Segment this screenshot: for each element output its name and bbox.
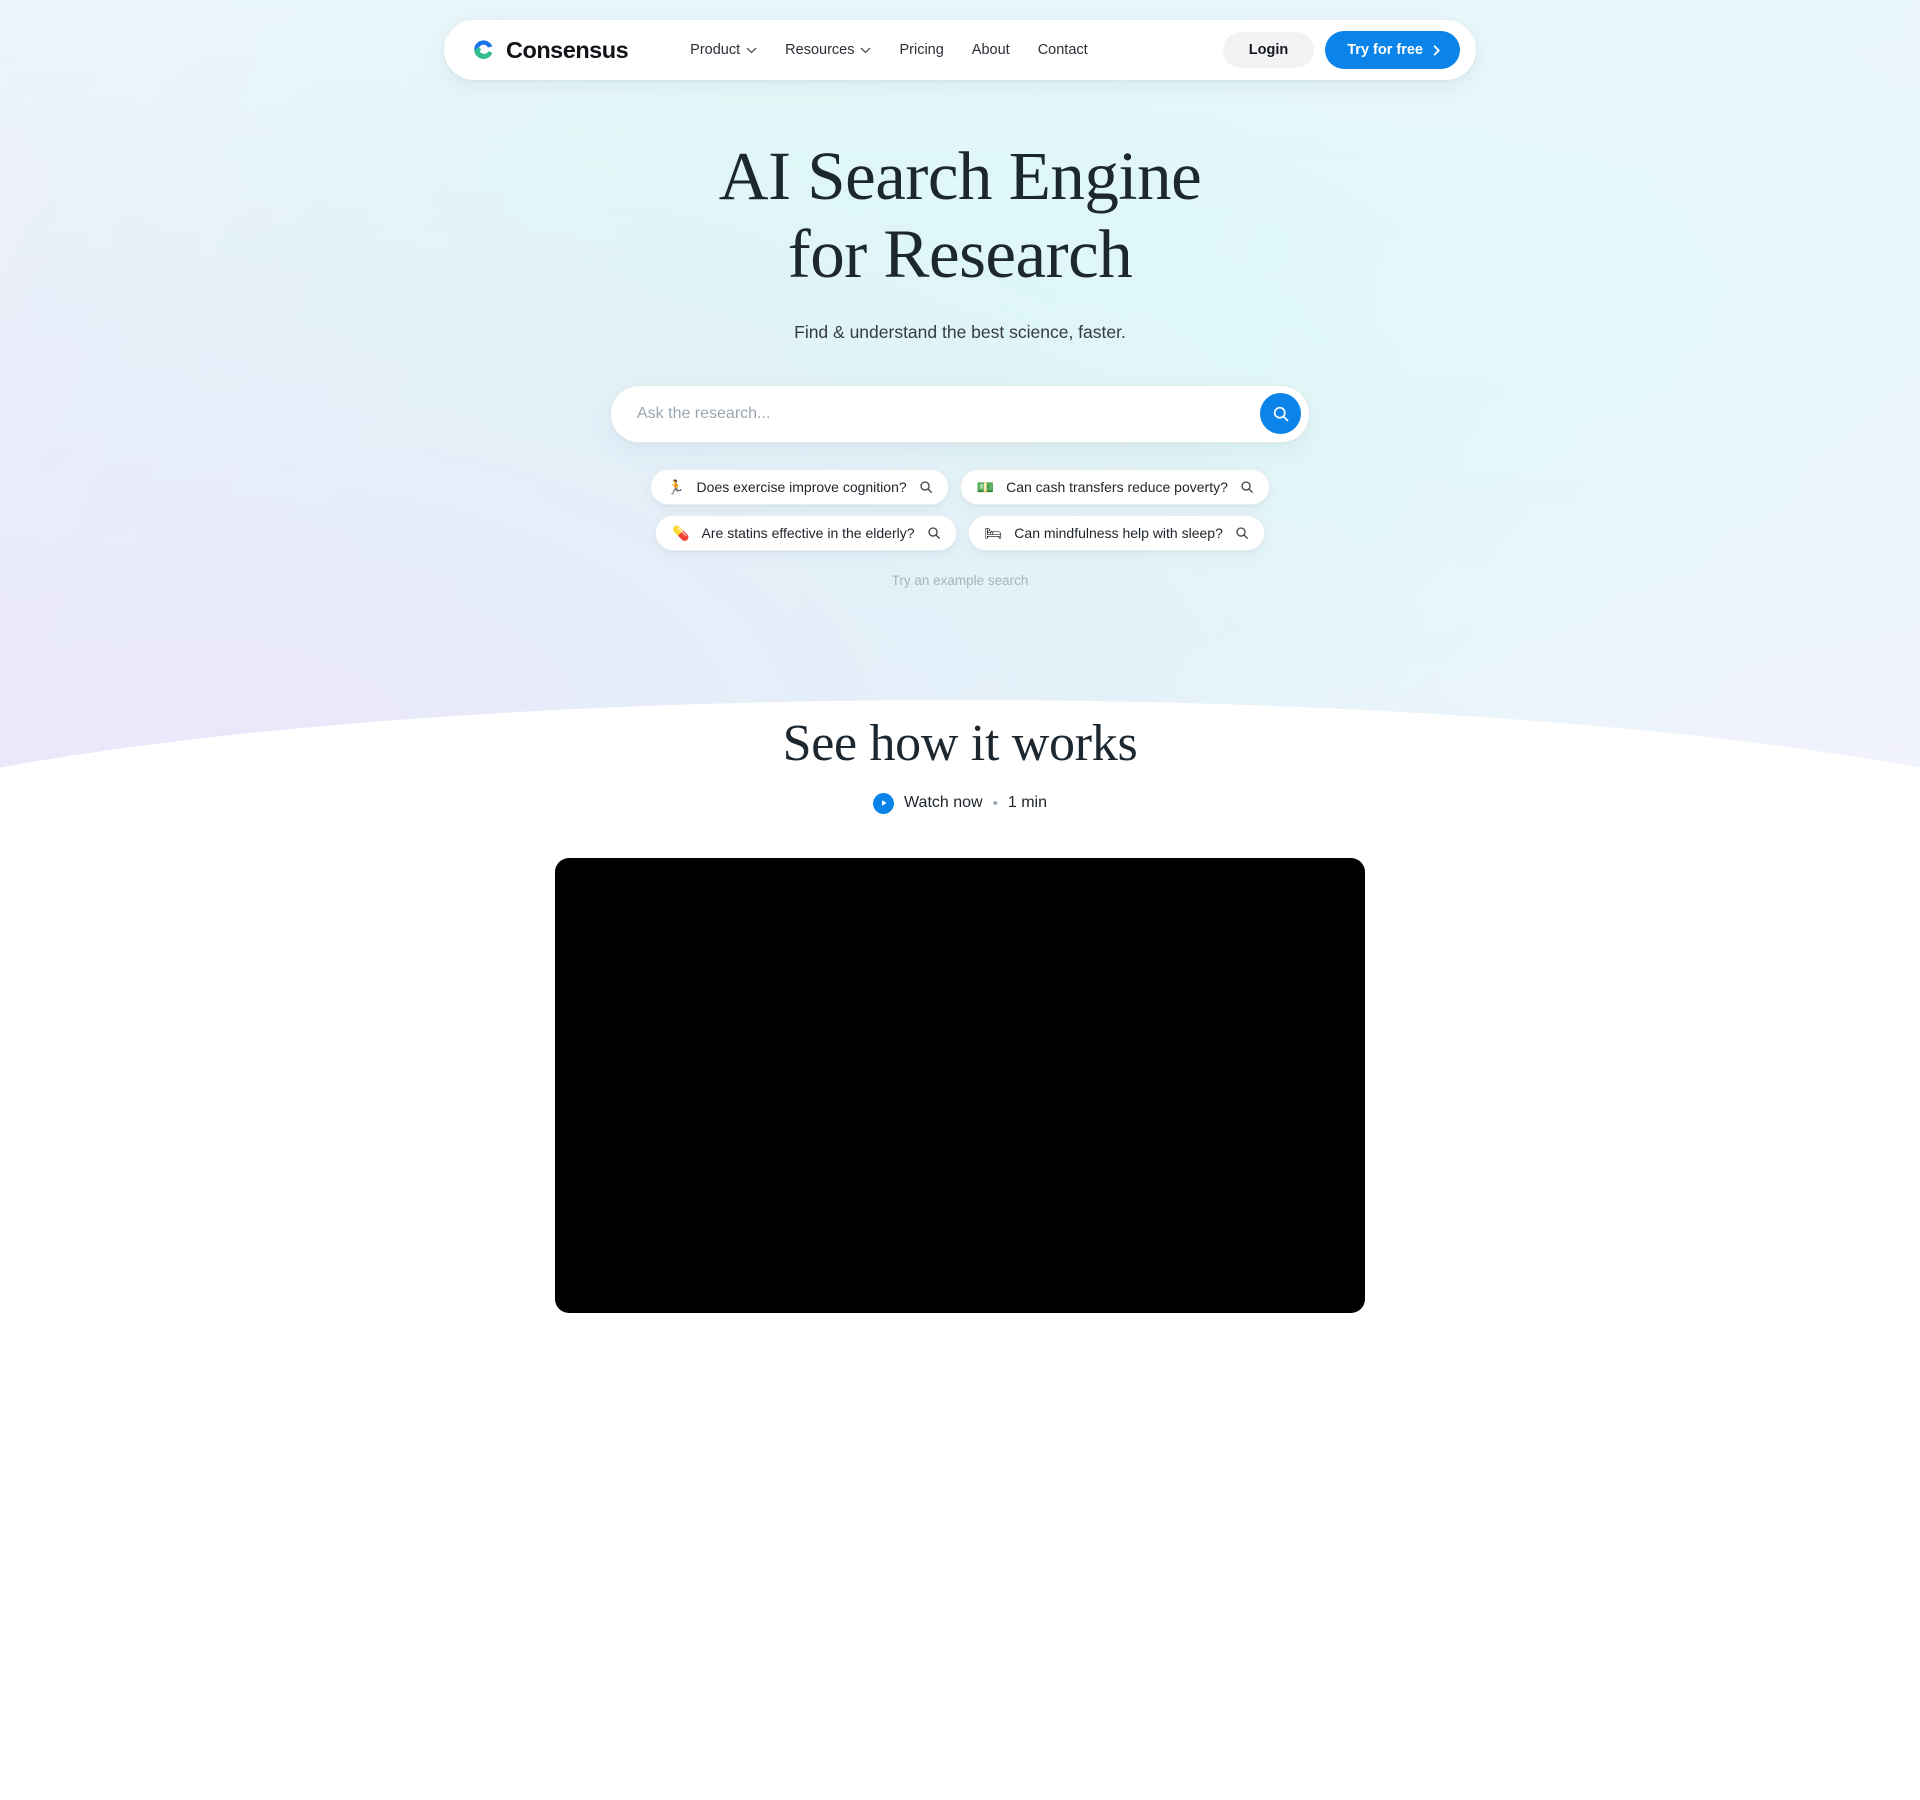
nav-item-resources-label: Resources — [785, 42, 855, 58]
example-chip-label: Does exercise improve cognition? — [696, 478, 907, 495]
example-chip-label: Are statins effective in the elderly? — [701, 524, 915, 541]
bed-emoji-icon: 🛏 — [984, 524, 1003, 541]
nav-links: Product Resources Pricing About Contact — [676, 34, 1102, 66]
search-input[interactable] — [637, 404, 1260, 423]
nav-item-product[interactable]: Product — [676, 34, 771, 66]
example-chip-exercise-cognition[interactable]: 🏃 Does exercise improve cognition? — [650, 468, 949, 505]
watch-now-label[interactable]: Watch now — [904, 794, 983, 812]
example-chip-label: Can mindfulness help with sleep? — [1014, 524, 1223, 541]
runner-emoji-icon: 🏃 — [667, 478, 685, 495]
try-for-free-label: Try for free — [1347, 42, 1423, 58]
nav-item-resources[interactable]: Resources — [771, 34, 885, 66]
nav-item-product-label: Product — [690, 42, 741, 58]
search-icon — [1235, 526, 1249, 540]
main-navbar: Consensus Product Resources Pricing Abou… — [444, 20, 1476, 80]
nav-item-contact[interactable]: Contact — [1024, 34, 1102, 66]
search-container — [0, 384, 1920, 443]
chevron-down-icon — [860, 47, 871, 54]
navbar-actions: Login Try for free — [1222, 31, 1460, 69]
page-title: AI Search Engine for Research — [0, 138, 1920, 294]
how-it-works-title: See how it works — [782, 714, 1138, 772]
hero-subtitle: Find & understand the best science, fast… — [794, 321, 1126, 342]
brand-logo[interactable]: Consensus — [470, 36, 629, 64]
search-icon — [919, 480, 933, 494]
chip-row-1: 🏃 Does exercise improve cognition? 💵 Can… — [650, 468, 1270, 505]
pill-emoji-icon: 💊 — [672, 524, 690, 541]
nav-item-pricing[interactable]: Pricing — [885, 34, 957, 66]
nav-item-contact-label: Contact — [1037, 42, 1088, 58]
example-chip-label: Can cash transfers reduce poverty? — [1006, 478, 1228, 495]
page-title-line-1: AI Search Engine — [718, 138, 1202, 214]
example-chip-mindfulness-sleep[interactable]: 🛏 Can mindfulness help with sleep? — [967, 514, 1265, 551]
play-icon[interactable] — [873, 792, 895, 814]
search-submit-button[interactable] — [1260, 393, 1301, 435]
video-duration: 1 min — [1007, 794, 1047, 812]
money-emoji-icon: 💵 — [976, 478, 995, 495]
nav-item-pricing-label: Pricing — [899, 42, 944, 58]
chevron-down-icon — [746, 47, 757, 54]
chevron-right-icon — [1430, 44, 1443, 57]
video-player[interactable] — [555, 857, 1365, 1313]
how-it-works-section: See how it works Watch now • 1 min — [0, 714, 1920, 1313]
search-box[interactable] — [610, 384, 1310, 443]
brand-name: Consensus — [506, 36, 629, 63]
page-title-line-2: for Research — [787, 215, 1133, 292]
consensus-c-logo-icon — [470, 37, 497, 64]
example-chip-cash-transfers-poverty[interactable]: 💵 Can cash transfers reduce poverty? — [959, 468, 1270, 505]
search-icon — [927, 526, 941, 540]
navbar-container: Consensus Product Resources Pricing Abou… — [0, 20, 1920, 80]
nav-item-about[interactable]: About — [958, 34, 1024, 66]
nav-item-about-label: About — [971, 42, 1010, 58]
page-root: Consensus Product Resources Pricing Abou… — [0, 0, 1920, 1313]
login-button[interactable]: Login — [1222, 32, 1315, 68]
separator-dot: • — [992, 794, 998, 812]
search-icon — [1240, 480, 1254, 494]
example-search-chips: 🏃 Does exercise improve cognition? 💵 Can… — [0, 468, 1920, 551]
search-icon — [1272, 405, 1290, 423]
chip-row-2: 💊 Are statins effective in the elderly? … — [655, 514, 1265, 551]
example-chip-statins-elderly[interactable]: 💊 Are statins effective in the elderly? — [655, 514, 957, 551]
watch-now-row: Watch now • 1 min — [0, 792, 1920, 814]
try-for-free-button[interactable]: Try for free — [1325, 31, 1460, 69]
hero-section: AI Search Engine for Research Find & und… — [0, 0, 1920, 588]
example-search-hint: Try an example search — [891, 572, 1029, 588]
